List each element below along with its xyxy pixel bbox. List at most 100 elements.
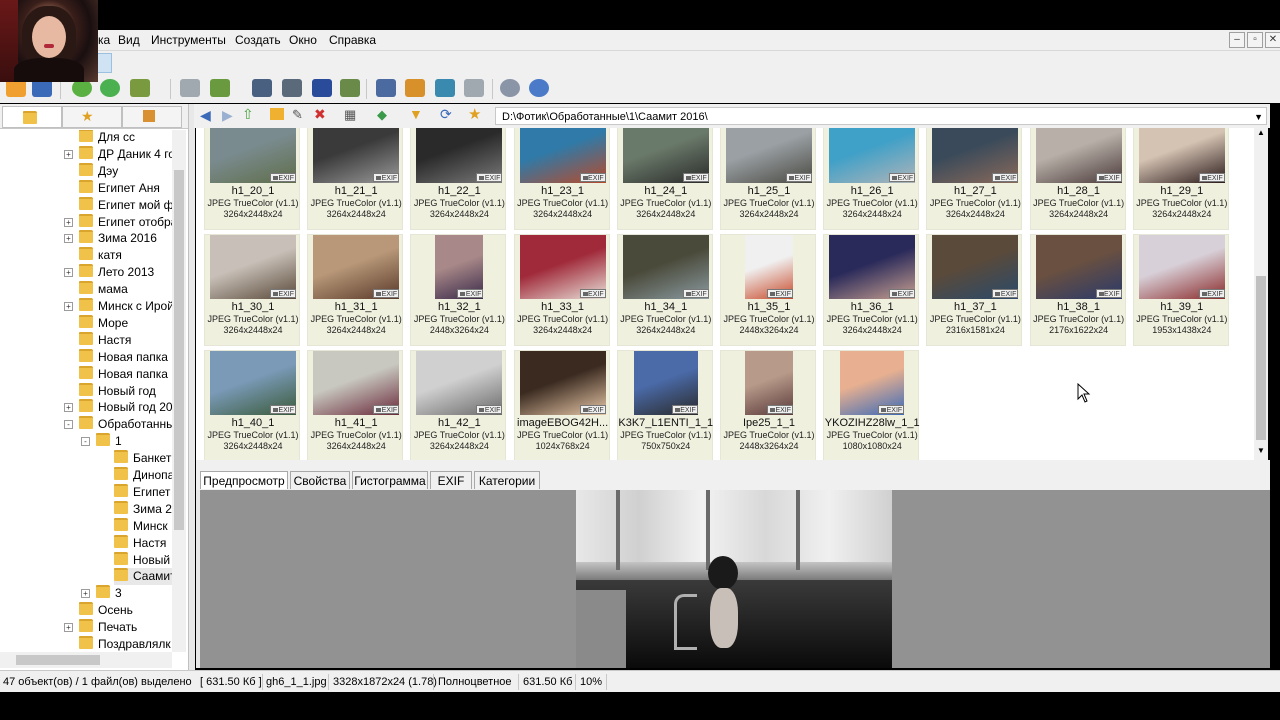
thumbnail-item[interactable]: EXIF imageEBOG42H... JPEG TrueColor (v1.1)… <box>513 350 610 460</box>
thumbnail-item[interactable]: EXIF h1_24_1 JPEG TrueColor (v1.1) 3264x244… <box>616 128 713 230</box>
thumbnail-item[interactable]: EXIF h1_42_1 JPEG TrueColor (v1.1) 3264x244… <box>410 350 507 460</box>
print-icon[interactable] <box>282 79 302 97</box>
tree-item[interactable]: Банкет <box>114 450 171 467</box>
copy-icon[interactable] <box>180 79 200 97</box>
tree-item[interactable]: - Обработанны <box>64 416 172 433</box>
open-icon[interactable] <box>130 79 150 97</box>
scroll-down-icon[interactable]: ▼ <box>1254 446 1268 455</box>
new-folder-icon[interactable] <box>270 108 284 120</box>
thumbnail-item[interactable]: EXIF h1_41_1 JPEG TrueColor (v1.1) 3264x244… <box>307 350 404 460</box>
thumbnail-item[interactable]: EXIF h1_36_1 JPEG TrueColor (v1.1) 3264x244… <box>823 234 920 346</box>
tree-hscroll-thumb[interactable] <box>16 655 100 665</box>
capture-icon[interactable] <box>376 79 396 97</box>
preview-splitter[interactable] <box>196 460 1270 470</box>
tab-properties[interactable]: Свойства <box>290 471 350 489</box>
thumbnail-item[interactable]: EXIF h1_40_1 JPEG TrueColor (v1.1) 3264x244… <box>204 350 300 460</box>
tree-item[interactable]: Динопа <box>114 467 172 484</box>
tree-item[interactable]: Осень <box>79 602 133 619</box>
tree-item[interactable]: Настя <box>79 331 131 349</box>
tree-item[interactable]: + ДР Даник 4 го, <box>64 145 172 163</box>
delete-icon[interactable]: ✖ <box>314 106 326 123</box>
grid-icon[interactable] <box>464 79 484 97</box>
path-dropdown-icon[interactable]: ▼ <box>1254 108 1263 126</box>
thumbnail-item[interactable]: EXIF h1_22_1 JPEG TrueColor (v1.1) 3264x244… <box>410 128 507 230</box>
thumbnail-item[interactable]: EXIF h1_27_1 JPEG TrueColor (v1.1) 3264x244… <box>926 128 1023 230</box>
menu-item-tools[interactable]: Инструменты <box>151 33 226 47</box>
expand-icon[interactable]: + <box>81 589 90 599</box>
collapse-icon[interactable]: - <box>64 420 73 430</box>
thumbnail-item[interactable]: EXIF h1_38_1 JPEG TrueColor (v1.1) 2176x162… <box>1029 234 1126 346</box>
tree-item[interactable]: Египет мой фо <box>79 196 172 214</box>
thumbnail-item[interactable]: EXIF h1_34_1 JPEG TrueColor (v1.1) 3264x244… <box>616 234 713 346</box>
expand-icon[interactable]: + <box>64 217 73 227</box>
info-icon[interactable] <box>529 79 549 97</box>
tree-item[interactable]: + Лето 2013 <box>64 264 154 281</box>
tree-item[interactable]: Саамит <box>114 568 172 586</box>
thumbnail-item[interactable]: EXIF h1_26_1 JPEG TrueColor (v1.1) 3264x244… <box>823 128 920 230</box>
tree-item[interactable]: + Новый год 20' <box>64 399 172 416</box>
tree-item[interactable]: Египет <box>114 483 170 501</box>
menu-item-window[interactable]: Окно <box>289 33 317 47</box>
tree-item[interactable]: Дэу <box>79 162 118 180</box>
thumbnail-item[interactable]: EXIF h1_21_1 JPEG TrueColor (v1.1) 3264x244… <box>307 128 404 230</box>
close-button[interactable]: ✕ <box>1265 32 1280 48</box>
tree-item[interactable]: Новая папка <box>79 348 168 366</box>
thumbnail-item[interactable]: EXIF h1_29_1 JPEG TrueColor (v1.1) 3264x244… <box>1132 128 1229 230</box>
thumbnail-item[interactable]: EXIF h1_35_1 JPEG TrueColor (v1.1) 2448x326… <box>720 234 816 346</box>
binoculars-icon[interactable] <box>252 79 272 97</box>
tab-folders[interactable] <box>2 106 62 128</box>
sync-icon[interactable] <box>100 79 120 97</box>
thumbnail-item[interactable]: EXIF K3K7_L1ENTI_1_1 JPEG TrueColor (v1.1)… <box>616 350 713 460</box>
sort-icon[interactable]: ◆ <box>377 107 387 123</box>
thumbnail-item[interactable]: EXIF h1_25_1 JPEG TrueColor (v1.1) 3264x244… <box>720 128 816 230</box>
thumbnail-item[interactable]: EXIF h1_30_1 JPEG TrueColor (v1.1) 3264x244… <box>204 234 300 346</box>
tab-categories-preview[interactable]: Категории <box>474 471 540 489</box>
tab-exif[interactable]: EXIF <box>430 471 472 489</box>
menu-item-help[interactable]: Справка <box>329 33 376 47</box>
thumbnail-item[interactable]: EXIF Ipe25_1_1 JPEG TrueColor (v1.1) 2448x3… <box>720 350 816 460</box>
thumbnail-item[interactable]: EXIF h1_33_1 JPEG TrueColor (v1.1) 3264x244… <box>513 234 610 346</box>
tree-item[interactable]: + Минск с Ирой <box>64 298 172 315</box>
expand-icon[interactable]: + <box>64 268 73 278</box>
rename-icon[interactable]: ✎ <box>292 107 303 123</box>
back-icon[interactable]: ◀ <box>200 107 211 124</box>
tree-item[interactable]: Египет Аня <box>79 179 160 197</box>
refresh-view-icon[interactable]: ⟳ <box>440 106 452 123</box>
view-mode-icon[interactable]: ▦ <box>344 107 356 123</box>
browser-tab[interactable] <box>96 53 112 73</box>
tree-item[interactable]: + Египет отобра <box>64 213 172 231</box>
thumbnail-scroll-thumb[interactable] <box>1256 276 1266 440</box>
path-field[interactable]: D:\Фотик\Обработанные\1\Саамит 2016\ ▼ <box>495 107 1267 125</box>
thumbnail-item[interactable]: EXIF h1_37_1 JPEG TrueColor (v1.1) 2316x158… <box>926 234 1023 346</box>
forward-icon[interactable]: ▶ <box>222 107 233 124</box>
tree-item[interactable]: Настя <box>114 534 166 552</box>
menu-item-create[interactable]: Создать <box>235 33 281 47</box>
tree-item[interactable]: Море <box>79 314 128 332</box>
tree-item[interactable]: Поздравлялк <box>79 636 171 652</box>
tree-item[interactable]: Для сс <box>79 130 135 146</box>
settings-icon[interactable] <box>500 79 520 97</box>
image-edit-icon[interactable] <box>405 79 425 97</box>
thumbnail-item[interactable]: EXIF h1_31_1 JPEG TrueColor (v1.1) 3264x244… <box>307 234 404 346</box>
filter-icon[interactable]: ▼ <box>409 106 423 122</box>
minimize-button[interactable]: – <box>1229 32 1245 48</box>
thumbnail-item[interactable]: EXIF h1_23_1 JPEG TrueColor (v1.1) 3264x244… <box>513 128 610 230</box>
web-icon[interactable] <box>435 79 455 97</box>
move-icon[interactable] <box>210 79 230 97</box>
tree-item[interactable]: Минск <box>114 517 168 535</box>
expand-icon[interactable]: + <box>64 234 73 244</box>
tab-categories[interactable] <box>122 106 182 128</box>
tab-favorites[interactable]: ★ <box>62 106 122 128</box>
favorites-star-icon[interactable]: ★ <box>468 105 481 123</box>
thumbnail-item[interactable]: EXIF h1_32_1 JPEG TrueColor (v1.1) 2448x326… <box>410 234 507 346</box>
thumbnail-item[interactable]: EXIF h1_28_1 JPEG TrueColor (v1.1) 3264x244… <box>1029 128 1126 230</box>
scroll-up-icon[interactable]: ▲ <box>1254 128 1268 137</box>
tab-preview[interactable]: Предпросмотр <box>200 471 288 489</box>
scanner-icon[interactable] <box>312 79 332 97</box>
thumbnail-scrollbar[interactable]: ▲ ▼ <box>1254 128 1268 460</box>
slideshow-icon[interactable] <box>340 79 360 97</box>
tab-histogram[interactable]: Гистограмма <box>352 471 428 489</box>
up-icon[interactable]: ⇧ <box>242 106 254 123</box>
thumbnail-item[interactable]: EXIF YKOZIHZ28lw_1_1 JPEG TrueColor (v1.1)… <box>823 350 920 460</box>
tree-item[interactable]: -1 <box>81 433 122 450</box>
